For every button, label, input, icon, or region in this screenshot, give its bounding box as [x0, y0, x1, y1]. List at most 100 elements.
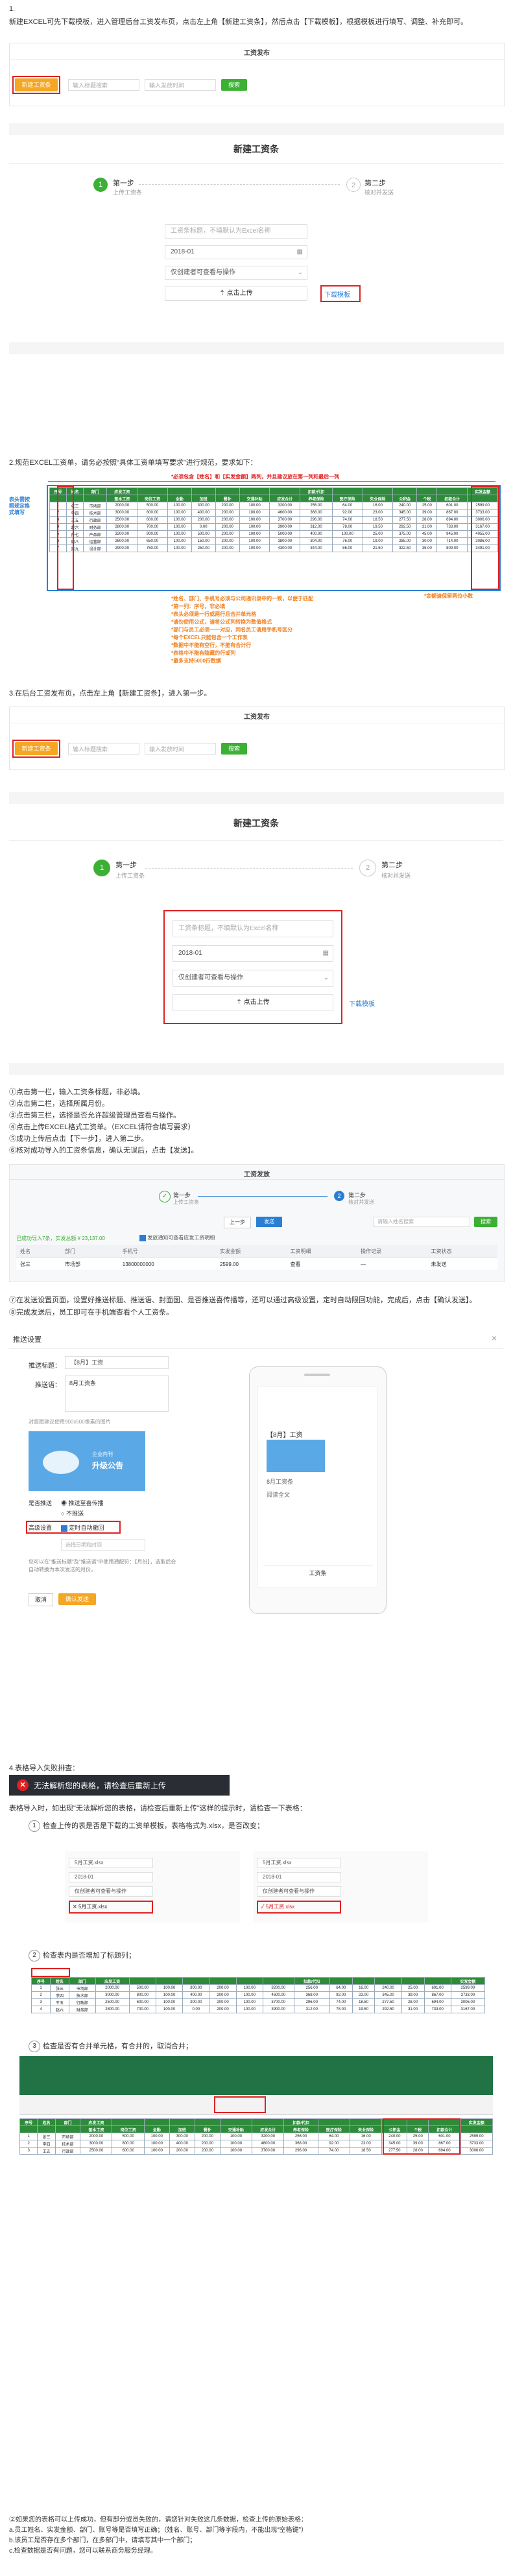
- table-cell: 200.00: [215, 516, 240, 524]
- table-row: 4 赵六 财务部 2800.00 700.00 100.00 0.00 200.00 100.0…: [49, 523, 498, 531]
- section3-text: 3.在后台工资发布页，点击左上角【新建工资条】，进入第一步。: [9, 690, 211, 697]
- phone-bottom-button[interactable]: 工资条: [263, 1565, 373, 1577]
- table-cell: 375.00: [392, 530, 418, 538]
- column-header: 操作记录: [356, 1245, 427, 1258]
- confirm-send-button[interactable]: 确认发送: [58, 1593, 96, 1605]
- table-cell: 未发送: [427, 1258, 497, 1271]
- table-row: 2 李四 技术部 3000.00 800.00 100.00 400.00 200.00 100…: [31, 1991, 486, 1999]
- table-cell: 300.00: [182, 1984, 210, 1992]
- import-fail-desc: 表格导入时，如出现"无法解析您的表格，请检查后重新上传"这样的提示时，请检查一下…: [9, 1805, 307, 1812]
- month-picker[interactable]: 2018-01 ▦: [173, 945, 333, 962]
- table-cell: 技术部: [54, 2140, 81, 2148]
- highlight-box: [383, 2118, 460, 2155]
- salary-title-input[interactable]: 工资条标题，不填默认为Excel名称: [173, 920, 333, 937]
- table-cell: 345.00: [374, 1991, 402, 1999]
- close-icon[interactable]: ×: [492, 1333, 497, 1343]
- download-template-link[interactable]: 下载模板: [349, 998, 375, 1008]
- table-cell: 500.00: [191, 530, 216, 538]
- table-cell: 2: [31, 1991, 51, 1999]
- section5-text: 4.表格导入失败排查：: [9, 1764, 80, 1772]
- date-search-input[interactable]: 输入发放时间: [145, 79, 216, 91]
- header-cell: 扣款合计: [436, 495, 468, 502]
- download-template-link[interactable]: 下载模板: [324, 289, 350, 299]
- highlight-box: [31, 1968, 70, 1977]
- phone-read-more[interactable]: 阅读全文: [267, 1490, 290, 1499]
- table-cell: 240.00: [374, 1984, 402, 1992]
- recall-time-input[interactable]: 选择日期和时间: [61, 1539, 145, 1551]
- upload-button[interactable]: ⇡ 点击上传: [173, 994, 333, 1011]
- table-cell: 100.00: [167, 544, 192, 552]
- cover-image[interactable]: 企业内刊 升级公告: [29, 1431, 145, 1491]
- salary-title-input[interactable]: 工资条标题，不填默认为Excel名称: [165, 224, 307, 239]
- bad-title-field: 5月工资.xlsx: [69, 1858, 153, 1868]
- header-cell: 扣款/代扣: [300, 487, 333, 495]
- table-row: 3 王五 行政部 2500.00 600.00 100.00 200.00 200.00 100…: [31, 1998, 486, 2006]
- title-search-input[interactable]: 输入标题搜索: [68, 79, 139, 91]
- table-cell: 2600.00: [106, 537, 138, 545]
- final-line: b.该员工是否存在多个部门，在多部门中，请填写其中一个部门；: [9, 2537, 197, 2544]
- table-cell: 733.00: [424, 2006, 451, 2013]
- rule-note: *表格中不能有隐藏的行或列: [171, 650, 236, 656]
- table-cell: 200.00: [194, 2133, 221, 2140]
- step-line: ⑤成功上传后点击【下一步】，进入第二步。: [9, 1135, 149, 1143]
- header-cell: 全勤: [167, 495, 192, 502]
- table-cell: 277.50: [392, 516, 418, 524]
- name-search-input[interactable]: 请输入姓名搜索: [373, 1217, 470, 1227]
- search-button[interactable]: 搜索: [474, 1217, 497, 1227]
- header-cell: [401, 1977, 425, 1985]
- table-cell: 292.50: [392, 523, 418, 531]
- table-cell: 240.00: [392, 502, 418, 509]
- table-cell: 100.00: [155, 1991, 184, 1999]
- new-salary-button[interactable]: 新建工资条: [15, 78, 58, 91]
- new-salary-button[interactable]: 新建工资条: [15, 742, 58, 755]
- visibility-select[interactable]: 仅创建者可查看与操作 ⌄: [173, 970, 333, 987]
- table-cell: 200.00: [209, 1984, 237, 1992]
- step-line: ④点击上传EXCEL格式工资单。（EXCEL请符合填写要求）: [9, 1123, 195, 1131]
- auto-recall-checkbox[interactable]: 定时自动撤回: [61, 1523, 104, 1532]
- table-cell: —: [356, 1258, 427, 1271]
- header-cell: 应发合计: [269, 495, 301, 502]
- push-option-1[interactable]: ◉ 推送至喜传播: [61, 1499, 104, 1507]
- title-search-input[interactable]: 输入标题搜索: [68, 743, 139, 755]
- search-button[interactable]: 搜索: [221, 79, 247, 91]
- rule-note: *表头必须是一行或两行且合并单元格: [171, 611, 257, 617]
- table-cell: 200.00: [215, 502, 240, 509]
- error-toast: ✕ 无法解析您的表格，请检查后重新上传: [9, 1775, 230, 1796]
- search-button[interactable]: 搜索: [221, 743, 247, 755]
- step2-sub: 核对并发送: [348, 1199, 374, 1205]
- table-cell: 700.00: [128, 2006, 156, 2013]
- header-cell: [112, 2118, 145, 2126]
- table-cell: 100.00: [167, 523, 192, 531]
- table-cell: 750.00: [137, 544, 168, 552]
- send-button[interactable]: 发送: [256, 1217, 282, 1227]
- visibility-select[interactable]: 仅创建者可查看与操作 ⌄: [165, 266, 307, 280]
- push-title-input[interactable]: 【8月】工资: [65, 1356, 169, 1369]
- prev-button[interactable]: 上一步: [224, 1217, 251, 1228]
- table-cell: 39.00: [416, 509, 438, 517]
- month-picker[interactable]: 2018-01 ▦: [165, 245, 307, 259]
- date-search-input[interactable]: 输入发放时间: [145, 743, 216, 755]
- push-option-2[interactable]: ○ 不推送: [61, 1509, 84, 1517]
- list-header: 工资发布: [244, 50, 270, 57]
- column-header: 手机号: [118, 1245, 217, 1258]
- table-cell: 200.00: [209, 2006, 237, 2013]
- table-cell: 李四: [49, 1991, 69, 1999]
- table-cell: 2900.00: [106, 544, 138, 552]
- notify-checkbox[interactable]: 发放通知可查看应发工资明细: [139, 1234, 215, 1241]
- table-cell: 3733.00: [450, 1991, 486, 1999]
- table-cell: 45.00: [416, 530, 438, 538]
- table-cell: 张三: [49, 1984, 69, 1992]
- table-cell: 2800.00: [95, 2006, 130, 2013]
- table-cell: 4600.00: [262, 1991, 294, 1999]
- header-cell: [191, 487, 216, 495]
- header-cell: 姓名: [49, 1977, 69, 1985]
- table-cell: 800.00: [112, 2140, 145, 2148]
- table-cell: 400.00: [300, 530, 333, 538]
- header-cell: [252, 2118, 285, 2126]
- table-cell: 31.00: [401, 2006, 425, 2013]
- cancel-button[interactable]: 取消: [29, 1593, 53, 1606]
- push-message-textarea[interactable]: 8月工资条: [65, 1376, 169, 1412]
- header-cell: 部门: [68, 1977, 96, 1985]
- table-cell[interactable]: 查看: [286, 1258, 357, 1271]
- upload-button[interactable]: ⇡ 点击上传: [165, 287, 307, 301]
